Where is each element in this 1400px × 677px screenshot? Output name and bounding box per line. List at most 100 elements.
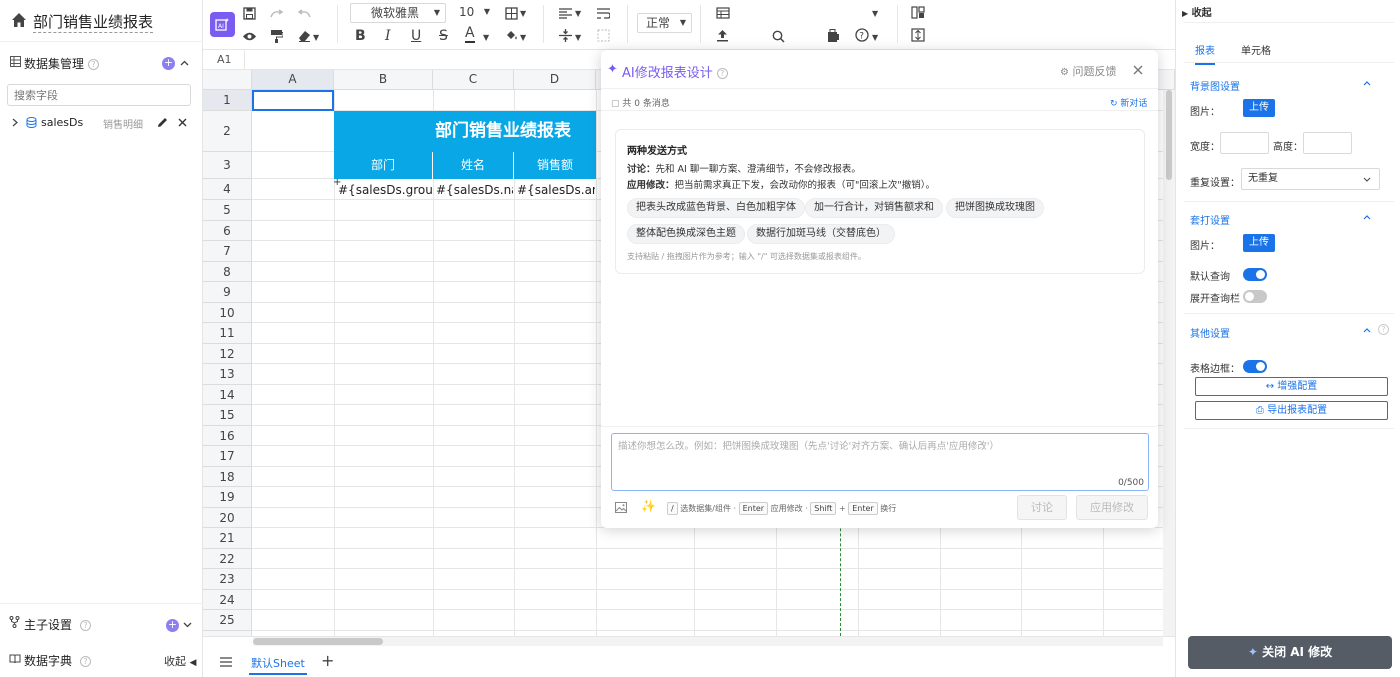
default-query-toggle[interactable] xyxy=(1243,268,1267,281)
search-field-input[interactable] xyxy=(7,84,191,106)
chevron-up-icon[interactable] xyxy=(1363,81,1371,86)
apply-button[interactable]: 应用修改 xyxy=(1076,495,1148,520)
edit-icon[interactable] xyxy=(157,117,168,128)
upload-bg-button[interactable]: 上传 xyxy=(1243,99,1275,117)
row-header[interactable]: 11 xyxy=(203,323,252,344)
chevron-down-icon[interactable]: ▼ xyxy=(313,30,319,46)
sheet-tab[interactable]: 默认Sheet xyxy=(249,655,307,675)
row-header[interactable]: 9 xyxy=(203,282,252,303)
chevron-down-icon[interactable]: ▼ xyxy=(872,6,878,22)
row-header[interactable]: 1 xyxy=(203,90,252,111)
close-icon[interactable] xyxy=(178,118,187,127)
data-cell[interactable]: #{salesDs.amo xyxy=(517,180,595,200)
row-header[interactable]: 5 xyxy=(203,200,252,221)
prompt-input-box[interactable]: 描述你想怎么改。例如：把饼图换成玫瑰图（先点'讨论'对齐方案、确认后再点'应用修… xyxy=(611,433,1149,491)
header-cell[interactable]: 部门 xyxy=(334,152,433,179)
add-dataset-icon[interactable]: + xyxy=(162,57,175,70)
eraser-icon[interactable] xyxy=(298,29,311,42)
expand-icon[interactable] xyxy=(911,28,925,42)
column-header[interactable]: A xyxy=(252,70,334,90)
chevron-down-icon[interactable]: ▼ xyxy=(872,30,878,46)
chevron-down-icon[interactable]: ▼ xyxy=(483,30,489,46)
row-header[interactable]: 24 xyxy=(203,589,252,610)
image-icon[interactable] xyxy=(615,502,627,513)
suggestion-chip[interactable]: 把表头改成蓝色背景、白色加粗字体 xyxy=(627,198,805,218)
font-size-select[interactable]: 10 ▼ xyxy=(453,3,493,23)
font-family-select[interactable]: 微软雅黑 ▼ xyxy=(350,3,446,23)
repeat-select[interactable]: 无重复 xyxy=(1241,168,1380,190)
row-header[interactable]: 10 xyxy=(203,302,252,323)
row-header[interactable]: 21 xyxy=(203,528,252,549)
upload-icon[interactable] xyxy=(716,29,729,42)
row-header[interactable]: 14 xyxy=(203,384,252,405)
undo-icon[interactable] xyxy=(297,9,312,19)
row-header[interactable]: 23 xyxy=(203,569,252,590)
close-icon[interactable] xyxy=(1133,65,1143,75)
active-cell-selection[interactable] xyxy=(252,90,334,111)
enhance-config-button[interactable]: ↔ 增强配置 xyxy=(1195,377,1388,396)
column-header[interactable]: D xyxy=(514,70,596,90)
chevron-right-icon[interactable] xyxy=(12,118,18,127)
preview-icon[interactable] xyxy=(242,31,257,42)
row-header[interactable]: 7 xyxy=(203,241,252,262)
strikethrough-icon[interactable]: S xyxy=(439,28,448,44)
chevron-down-icon[interactable]: ▼ xyxy=(575,6,581,22)
row-header[interactable]: 18 xyxy=(203,466,252,487)
add-master-child-icon[interactable]: + xyxy=(166,619,179,632)
dialog-scrollbar-thumb[interactable] xyxy=(1166,90,1172,160)
fill-color-icon[interactable] xyxy=(505,29,518,42)
suggestion-chip[interactable]: 数据行加斑马线（交替底色） xyxy=(747,224,895,244)
dataset-name[interactable]: salesDs xyxy=(41,116,83,129)
row-header[interactable]: 17 xyxy=(203,446,252,467)
chevron-down-icon[interactable] xyxy=(183,622,192,628)
table-border-toggle[interactable] xyxy=(1243,360,1267,373)
cell-reference[interactable]: A1 xyxy=(217,53,232,66)
row-header[interactable]: 16 xyxy=(203,425,252,446)
bold-icon[interactable]: B xyxy=(355,28,366,44)
row-header[interactable]: 22 xyxy=(203,548,252,569)
search-icon[interactable] xyxy=(772,30,785,43)
row-header[interactable]: 12 xyxy=(203,343,252,364)
cell-style-select[interactable]: 正常 ▼ xyxy=(637,13,692,33)
width-input[interactable] xyxy=(1220,132,1269,154)
header-cell[interactable]: 销售额 xyxy=(514,152,596,179)
suggestion-chip[interactable]: 加一行合计，对销售额求和 xyxy=(805,198,943,218)
align-left-icon[interactable] xyxy=(559,8,572,19)
horizontal-scrollbar[interactable] xyxy=(253,637,1163,646)
select-all-corner[interactable] xyxy=(203,70,252,90)
ai-button[interactable]: AI xyxy=(210,12,235,37)
column-header[interactable]: C xyxy=(433,70,514,90)
prompt-input[interactable]: 描述你想怎么改。例如：把饼图换成玫瑰图（先点'讨论'对齐方案、确认后再点'应用修… xyxy=(618,438,999,452)
row-header[interactable]: 3 xyxy=(203,152,252,179)
suggestion-chip[interactable]: 把饼图换成玫瑰图 xyxy=(946,198,1044,218)
split-icon[interactable] xyxy=(911,6,925,19)
chevron-down-icon[interactable]: ▼ xyxy=(520,30,526,46)
export-config-button[interactable]: ⎙ 导出报表配置 xyxy=(1195,401,1388,420)
row-header[interactable]: 19 xyxy=(203,487,252,508)
report-title-cell[interactable]: 部门销售业绩报表 xyxy=(334,111,596,152)
row-header[interactable]: 20 xyxy=(203,507,252,528)
tab-cell[interactable]: 单元格 xyxy=(1241,42,1271,57)
upload-overlay-button[interactable]: 上传 xyxy=(1243,234,1275,252)
scrollbar-thumb[interactable] xyxy=(253,638,383,645)
home-icon[interactable] xyxy=(11,12,27,28)
data-cell[interactable]: #{salesDs.nam xyxy=(436,180,513,200)
collapse-right-button[interactable]: ▶ 收起 xyxy=(1182,4,1212,19)
chevron-up-icon[interactable] xyxy=(180,60,189,66)
magic-icon[interactable]: ✨ xyxy=(641,499,656,513)
font-color-icon[interactable]: A xyxy=(465,26,475,43)
dictionary-title[interactable]: 数据字典? xyxy=(24,652,92,669)
menu-icon[interactable] xyxy=(220,657,232,667)
wrap-text-icon[interactable] xyxy=(597,8,610,19)
chevron-down-icon[interactable]: ▼ xyxy=(520,6,526,22)
table-insert-icon[interactable] xyxy=(716,7,730,19)
height-input[interactable] xyxy=(1303,132,1352,154)
column-header[interactable]: B xyxy=(334,70,433,90)
page-title[interactable]: 部门销售业绩报表 xyxy=(33,12,154,33)
row-header[interactable]: 8 xyxy=(203,261,252,282)
collapse-left-button[interactable]: 收起 ◀ xyxy=(164,653,196,669)
format-painter-icon[interactable] xyxy=(270,29,283,43)
row-header[interactable]: 15 xyxy=(203,405,252,426)
print-icon[interactable] xyxy=(827,29,839,42)
suggestion-chip[interactable]: 整体配色换成深色主题 xyxy=(627,224,745,244)
